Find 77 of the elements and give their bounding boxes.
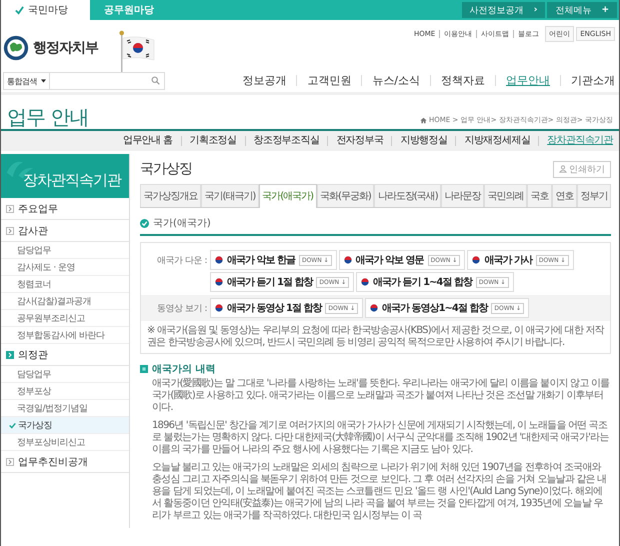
download-link[interactable]: 애국가 듣기 1절 합창 <box>227 275 312 289</box>
sidebar-subitem[interactable]: 정부포상 <box>1 383 129 400</box>
sidebar-title: 장차관직속기관 <box>23 171 121 190</box>
content-tab[interactable]: 나라도장(국새) <box>374 184 442 207</box>
sidebar-subitem[interactable]: 감사(감찰)결과공개 <box>1 293 129 310</box>
sub-nav-link[interactable]: 업무안내 홈 <box>114 136 181 146</box>
taegeuk-icon <box>215 278 223 286</box>
sidebar-subitem[interactable]: 감사제도 · 운영 <box>1 259 129 276</box>
sidebar-subitem[interactable]: 청렴코너 <box>1 276 129 293</box>
content-title: 국가상징 <box>140 160 192 178</box>
content-tab[interactable]: 국가상징개요 <box>140 184 201 207</box>
content-tab[interactable]: 국화(무궁화) <box>316 184 374 207</box>
content-tab[interactable]: 나라문장 <box>441 184 484 207</box>
top-menu-button[interactable]: 전체메뉴 + <box>547 2 617 18</box>
history-heading: 애국가의 내력 <box>152 363 216 376</box>
download-link[interactable]: 애국가 동영상1~4절 합창 <box>382 301 488 315</box>
search-icon[interactable] <box>151 76 160 85</box>
download-link[interactable]: 애국가 악보 한글 <box>227 253 295 267</box>
caret-icon <box>41 79 46 83</box>
notice-text: ※ 애국가(음원 및 동영상)는 우리부의 요청에 따라 한국방송공사(KBS)에서 제공한 것으로, 이 애국가에 대한 저작권은 한국방송공사에 있으며, 반드시 국민의례 등 비영리 공익적 목적으로만 사용하여 주시기 바랍니다. <box>147 325 604 349</box>
main-nav-link[interactable]: 기관소개 <box>560 75 615 86</box>
taegeuk-icon <box>472 256 480 264</box>
check-icon <box>15 6 24 14</box>
content-tab[interactable]: 국기(태극기) <box>200 184 259 207</box>
sub-nav-link[interactable]: 창조정부조직실 <box>244 136 328 146</box>
history-paragraph: 오늘날 불리고 있는 애국가의 노래말은 외세의 침략으로 나라가 위기에 처해 있던 1907년을 전후하여 조국애와 충성심 그리고 자주의식을 북돋우기 위하여 만든 것으로 보인다. 그 후 여러 선각자의 손을 거쳐 오늘날과 같은 내용을 담게 되었는데, 이 노래말에 붙여진 곡조는 스코틀랜드 민요 '올드 랭 사인'(Auld Lang Syne)이었다. 해외에서 활동중이던 안익태(安益泰)는 애국가에 남의 나라 곡을 붙여 부르는 것을 안타깝게 여겨, 1935년에 오늘날 우리가 부르고 있는 애국가를 작곡하였다. 대한민국 임시정부는 이 곡 <box>152 462 608 522</box>
sidebar-subitem[interactable]: 정부합동감사에 바란다 <box>1 327 129 344</box>
download-link[interactable]: 애국가 듣기 1~4절 합창 <box>373 275 472 289</box>
taegeuk-icon <box>344 256 352 264</box>
content-tab[interactable]: 국민의례 <box>484 184 528 207</box>
content-tab[interactable]: 국가(애국가) <box>258 184 317 208</box>
sidebar-subitem[interactable]: 담당업무 <box>1 242 129 259</box>
download-link[interactable]: 애국가 동영상 1절 합창 <box>227 301 322 315</box>
download-link[interactable]: 애국가 악보 영문 <box>356 253 424 267</box>
person-icon <box>559 165 567 173</box>
top-menu-button[interactable]: 사전정보공개 › <box>462 2 546 18</box>
sub-nav-link[interactable]: 장차관직속기관 <box>538 136 613 146</box>
sub-nav-link[interactable]: 지방재정세제실 <box>455 136 538 146</box>
group-label: 애국가 다운 : <box>156 255 207 267</box>
main-nav-link[interactable]: 정책자료 <box>430 75 495 86</box>
search-field[interactable] <box>50 72 165 90</box>
content-tab[interactable]: 연호 <box>552 184 577 207</box>
check-icon <box>9 422 16 428</box>
page-title: 업무 안내 <box>7 105 88 129</box>
group-label: 동영상 보기 : <box>156 303 207 315</box>
main-nav-link[interactable]: 업무안내 <box>495 75 560 86</box>
main-nav-link[interactable]: 정보공개 <box>232 75 296 86</box>
history-paragraph: 1896년 '독립신문' 창간을 계기로 여러가지의 애국가 가사가 신문에 게재되기 시작했는데, 이 노래들을 어떤 곡조로 불렀는가는 명확하지 않다. 다만 대한제국(大韓帝國)이 서구식 군악대를 조직해 1902년 '대한제국 애국가'라는 이름의 국가를 만들어 나라의 주요 행사에 사용했다는 기록은 지금도 남아 있다. <box>152 420 610 456</box>
main-nav-link[interactable]: 뉴스/소식 <box>361 75 430 86</box>
taegeuk-icon <box>215 304 223 312</box>
content-tab[interactable]: 국호 <box>527 184 552 207</box>
sidebar-subitem[interactable]: 공무원부조리신고 <box>1 310 129 327</box>
content-tab[interactable]: 정부기 <box>576 184 611 207</box>
site-tab[interactable]: 국민마당 <box>1 0 90 20</box>
search-scope-dropdown[interactable]: 통합검색 <box>3 72 50 90</box>
sidebar-item[interactable]: 주요업무 <box>1 198 129 220</box>
sub-nav-link[interactable]: 기획조정실 <box>180 136 245 146</box>
taegeuk-icon <box>370 304 378 312</box>
square-icon <box>140 365 148 373</box>
download-link[interactable]: 애국가 가사 <box>484 253 532 267</box>
sidebar-subitem[interactable]: 국가상징 <box>1 417 129 434</box>
home-icon <box>420 116 427 124</box>
history-paragraph: 애국가(愛國歌)는 말 그대로 '나라를 사랑하는 노래'를 뜻한다. 우리나라는 애국가에 달리 이름을 붙이지 않고 이를 국가(國歌)로 사용하고 있다. 애국가라는 이름으로 노래말과 곡조가 붙여져 나타난 것은 조선말 개화기 이후부터이다. <box>152 378 610 414</box>
sidebar-subitem[interactable]: 정부포상비리신고 <box>1 434 129 451</box>
sidebar-item[interactable]: 업무추진비공개 <box>1 451 129 473</box>
site-name[interactable]: 행정자치부 <box>33 39 98 57</box>
main-nav-link[interactable]: 고객민원 <box>296 75 362 86</box>
check-circle-icon <box>140 218 149 228</box>
emblem-icon <box>3 35 29 61</box>
sub-nav-link[interactable]: 전자정부국 <box>327 136 392 146</box>
taegeuk-icon <box>215 256 223 264</box>
taegeuk-icon <box>361 278 370 286</box>
sidebar-subitem[interactable]: 담당업무 <box>1 366 129 383</box>
sidebar-item[interactable]: 의정관 <box>1 344 129 366</box>
section-title: 국가(애국가) <box>153 217 211 230</box>
sub-nav-link[interactable]: 지방행정실 <box>391 136 456 146</box>
sidebar-item[interactable]: 감사관 <box>1 220 129 242</box>
